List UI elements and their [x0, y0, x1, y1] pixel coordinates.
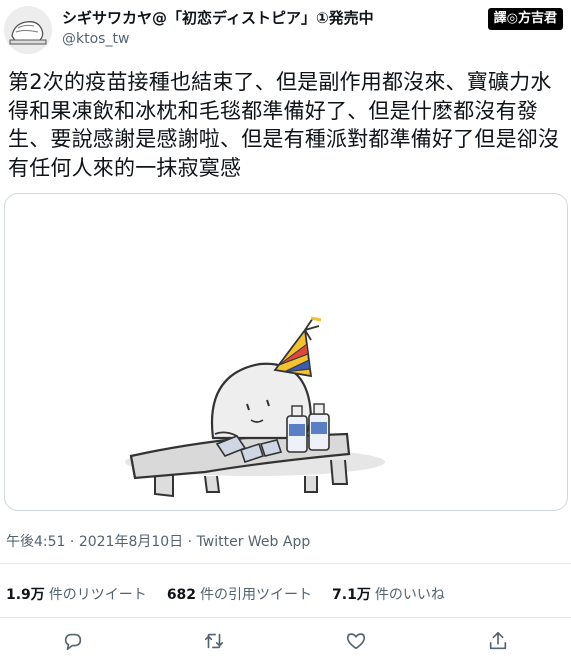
- tweet-media-illustration[interactable]: [4, 193, 568, 511]
- tweet-actions: [0, 628, 571, 656]
- retweet-button[interactable]: [201, 628, 227, 654]
- retweet-count: 1.9万: [6, 587, 45, 603]
- divider: [0, 563, 571, 564]
- like-stat[interactable]: 7.1万 件のいいね: [332, 584, 445, 604]
- author-handle[interactable]: @ktos_tw: [62, 31, 129, 47]
- meta-separator: ·: [65, 534, 79, 550]
- reply-button[interactable]: [60, 628, 86, 654]
- like-label: 件のいいね: [374, 587, 445, 603]
- share-button[interactable]: [485, 628, 511, 654]
- translator-badge: 譯◎方吉君: [487, 8, 563, 30]
- tweet-client[interactable]: Twitter Web App: [197, 534, 311, 550]
- tweet-header: シギサワカヤ@「初恋ディストピア」①発売中 @ktos_tw 譯◎方吉君: [0, 0, 571, 60]
- quote-stat[interactable]: 682 件の引用ツイート: [167, 584, 312, 604]
- share-icon: [489, 631, 507, 650]
- quote-label: 件の引用ツイート: [200, 587, 313, 603]
- avatar[interactable]: [4, 6, 52, 54]
- reply-icon: [64, 633, 82, 651]
- tweet-date[interactable]: 2021年8月10日: [79, 534, 183, 550]
- like-count: 7.1万: [332, 587, 371, 603]
- retweet-label: 件のリツイート: [48, 587, 147, 603]
- divider: [0, 617, 571, 618]
- like-button[interactable]: [343, 628, 369, 654]
- retweet-stat[interactable]: 1.9万 件のリツイート: [6, 584, 147, 604]
- tweet-time[interactable]: 午後4:51: [6, 534, 65, 550]
- author-display-name[interactable]: シギサワカヤ@「初恋ディストピア」①発売中: [62, 7, 374, 28]
- tweet-text: 第2次的疫苗接種也結束了、但是副作用都沒來、寶礦力水得和果凍飲和冰枕和毛毯都準備…: [8, 70, 560, 180]
- retweet-icon: [204, 633, 224, 649]
- quote-count: 682: [166, 587, 197, 603]
- party-illustration: [125, 316, 385, 498]
- meta-separator: ·: [183, 534, 197, 550]
- tweet-stats: 1.9万 件のリツイート 682 件の引用ツイート 7.1万 件のいいね: [6, 584, 445, 604]
- tweet-timestamp[interactable]: 午後4:51 · 2021年8月10日 · Twitter Web App: [6, 531, 310, 551]
- like-icon: [346, 633, 366, 650]
